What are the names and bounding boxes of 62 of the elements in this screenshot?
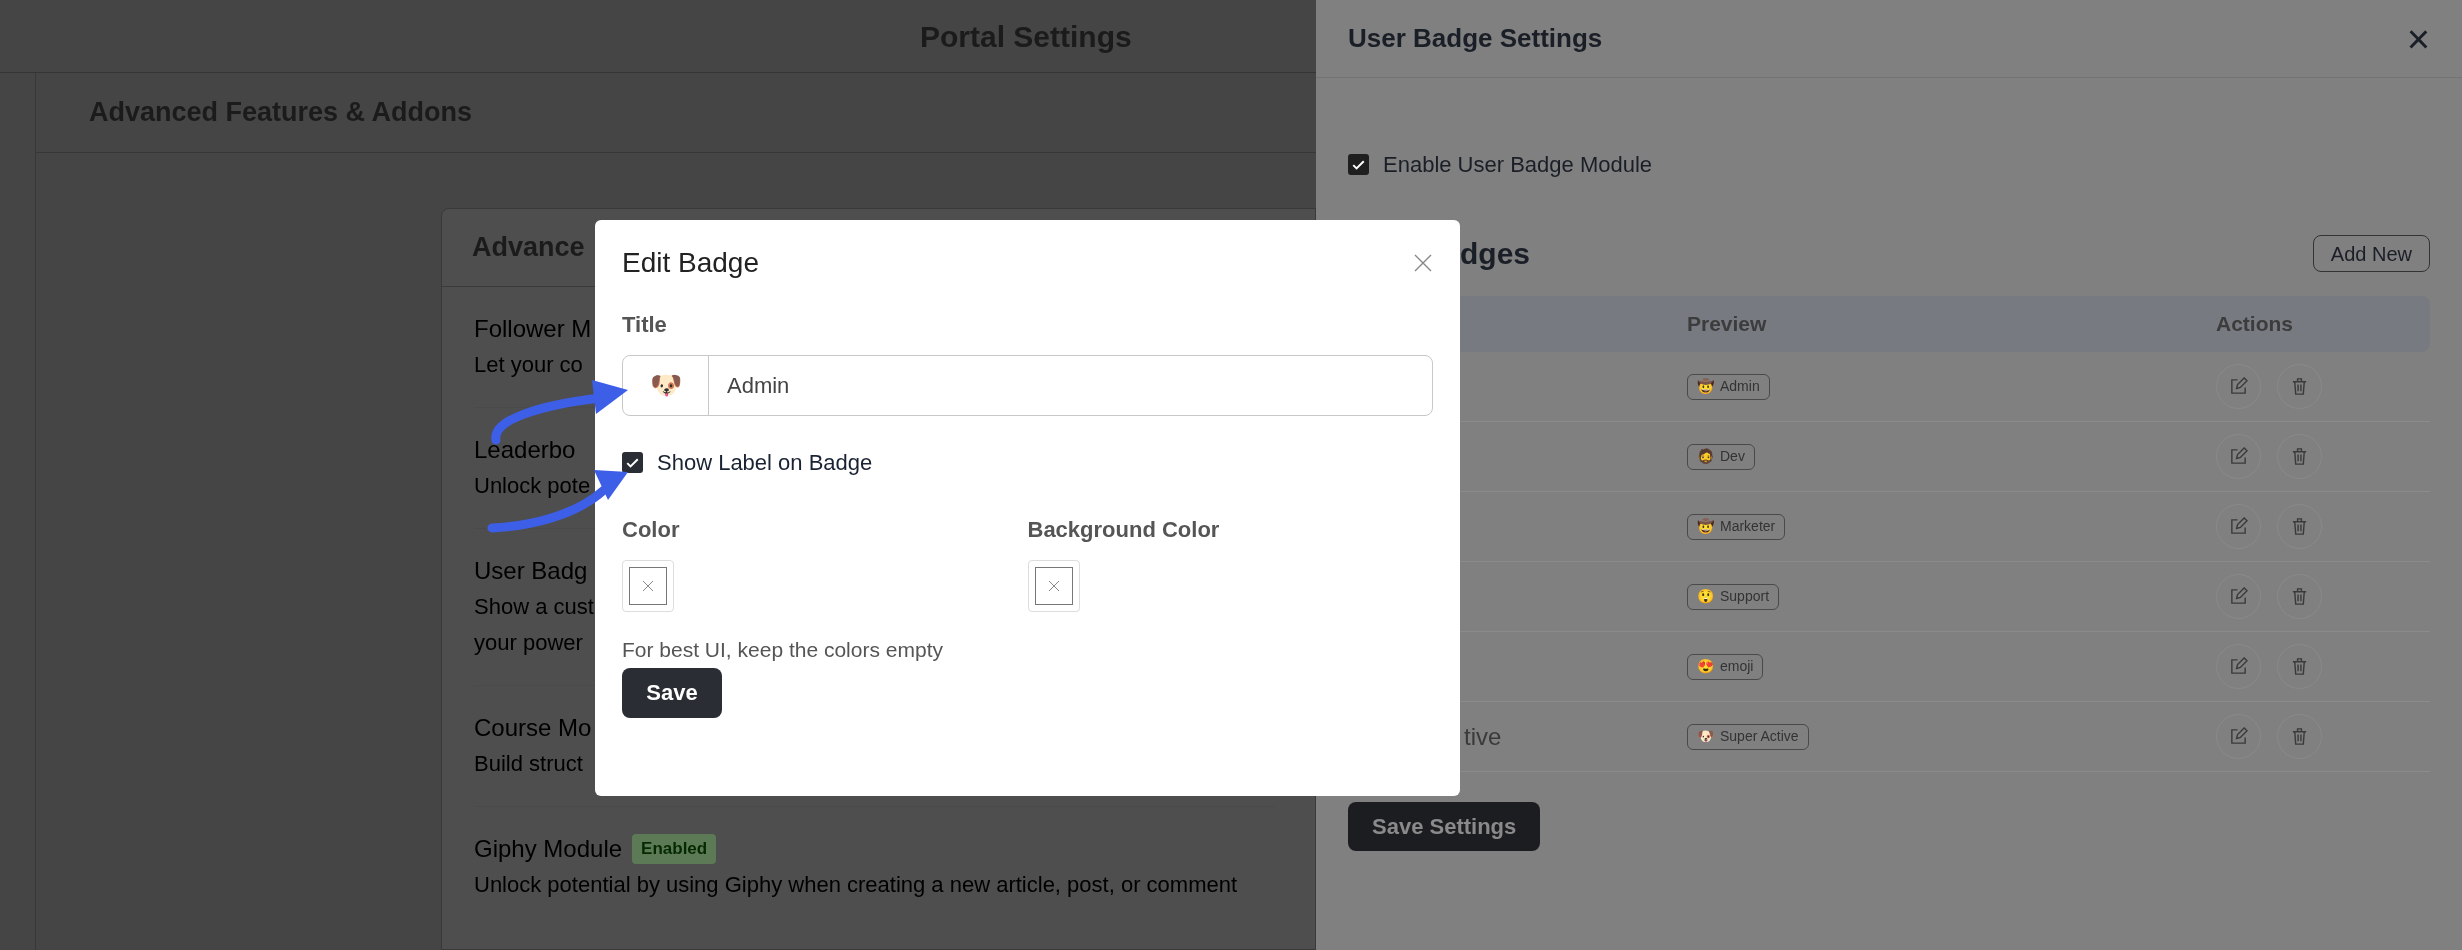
close-button[interactable] xyxy=(1413,253,1433,273)
column-header: Actions xyxy=(2216,311,2293,338)
badge-label: emoji xyxy=(1720,657,1754,676)
module-name: Giphy Module xyxy=(474,834,623,864)
edit-icon xyxy=(2229,587,2248,606)
trash-icon xyxy=(2290,377,2309,396)
module-description: your power xyxy=(474,629,583,657)
module-description: Show a cust xyxy=(474,593,594,621)
clear-icon xyxy=(1047,580,1060,592)
section-heading: dges xyxy=(1460,236,1531,272)
module-name: Course Mo xyxy=(474,713,592,743)
trash-icon xyxy=(2290,517,2309,536)
color-picker[interactable] xyxy=(1027,560,1080,612)
edit-icon xyxy=(2229,727,2248,746)
status-badge: Enabled xyxy=(632,834,717,864)
table-cell: tive xyxy=(1464,722,1502,750)
checkbox[interactable] xyxy=(1348,154,1369,175)
dialog-title: Edit Badge xyxy=(622,246,759,280)
save-button[interactable]: Save xyxy=(622,667,722,718)
close-button[interactable]: × xyxy=(2406,18,2430,59)
badge-label: Marketer xyxy=(1720,517,1776,536)
badge-emoji: 😍 xyxy=(1697,657,1714,676)
edit-icon xyxy=(2229,657,2248,676)
field-label: Title xyxy=(622,311,668,339)
badge-emoji: 🤠 xyxy=(1697,377,1714,396)
close-icon xyxy=(1413,253,1433,273)
edit-icon xyxy=(2229,517,2248,536)
badge-emoji: 🧔 xyxy=(1697,447,1714,466)
trash-icon xyxy=(2290,727,2309,746)
module-description: Unlock potential by using Giphy when creating a new article, post, or comment xyxy=(474,871,1238,899)
field-label: Background Color xyxy=(1027,516,1221,544)
save-settings-button[interactable]: Save Settings xyxy=(1348,802,1541,851)
badge-label: Dev xyxy=(1720,447,1745,466)
module-name: Follower M xyxy=(474,314,592,344)
field-label: Color xyxy=(622,516,681,544)
column-header: Preview xyxy=(1687,311,1768,338)
title-field[interactable]: 🐶 Admin xyxy=(622,355,1433,416)
badge-label: Admin xyxy=(1720,377,1760,396)
edit-icon xyxy=(2229,377,2248,396)
panel-title: User Badge Settings xyxy=(1348,22,1603,55)
checkbox-label: Enable User Badge Module xyxy=(1383,151,1653,179)
hint-text: For best UI, keep the colors empty xyxy=(622,637,944,663)
module-description: Let your co xyxy=(474,351,583,379)
clear-icon xyxy=(642,580,654,592)
trash-icon xyxy=(2290,657,2309,676)
badge-emoji: 🐶 xyxy=(1697,727,1714,746)
module-description: Unlock pote xyxy=(474,472,591,500)
badge-emoji: 🤠 xyxy=(1697,517,1714,536)
badge-emoji: 😲 xyxy=(1697,587,1714,606)
module-name: Leaderbo xyxy=(474,435,576,465)
module-description: Build struct xyxy=(474,750,583,778)
module-name: User Badg xyxy=(474,556,588,586)
badge-label: Super Active xyxy=(1720,727,1799,746)
trash-icon xyxy=(2290,587,2309,606)
badge-label: Support xyxy=(1720,587,1770,606)
color-picker[interactable] xyxy=(622,560,674,612)
edit-button[interactable] xyxy=(2216,574,2261,619)
checkbox[interactable] xyxy=(622,452,643,473)
trash-icon xyxy=(2290,447,2309,466)
add-new-button[interactable]: Add New xyxy=(2312,235,2430,272)
checkbox-label: Show Label on Badge xyxy=(657,449,873,477)
edit-icon xyxy=(2229,447,2248,466)
